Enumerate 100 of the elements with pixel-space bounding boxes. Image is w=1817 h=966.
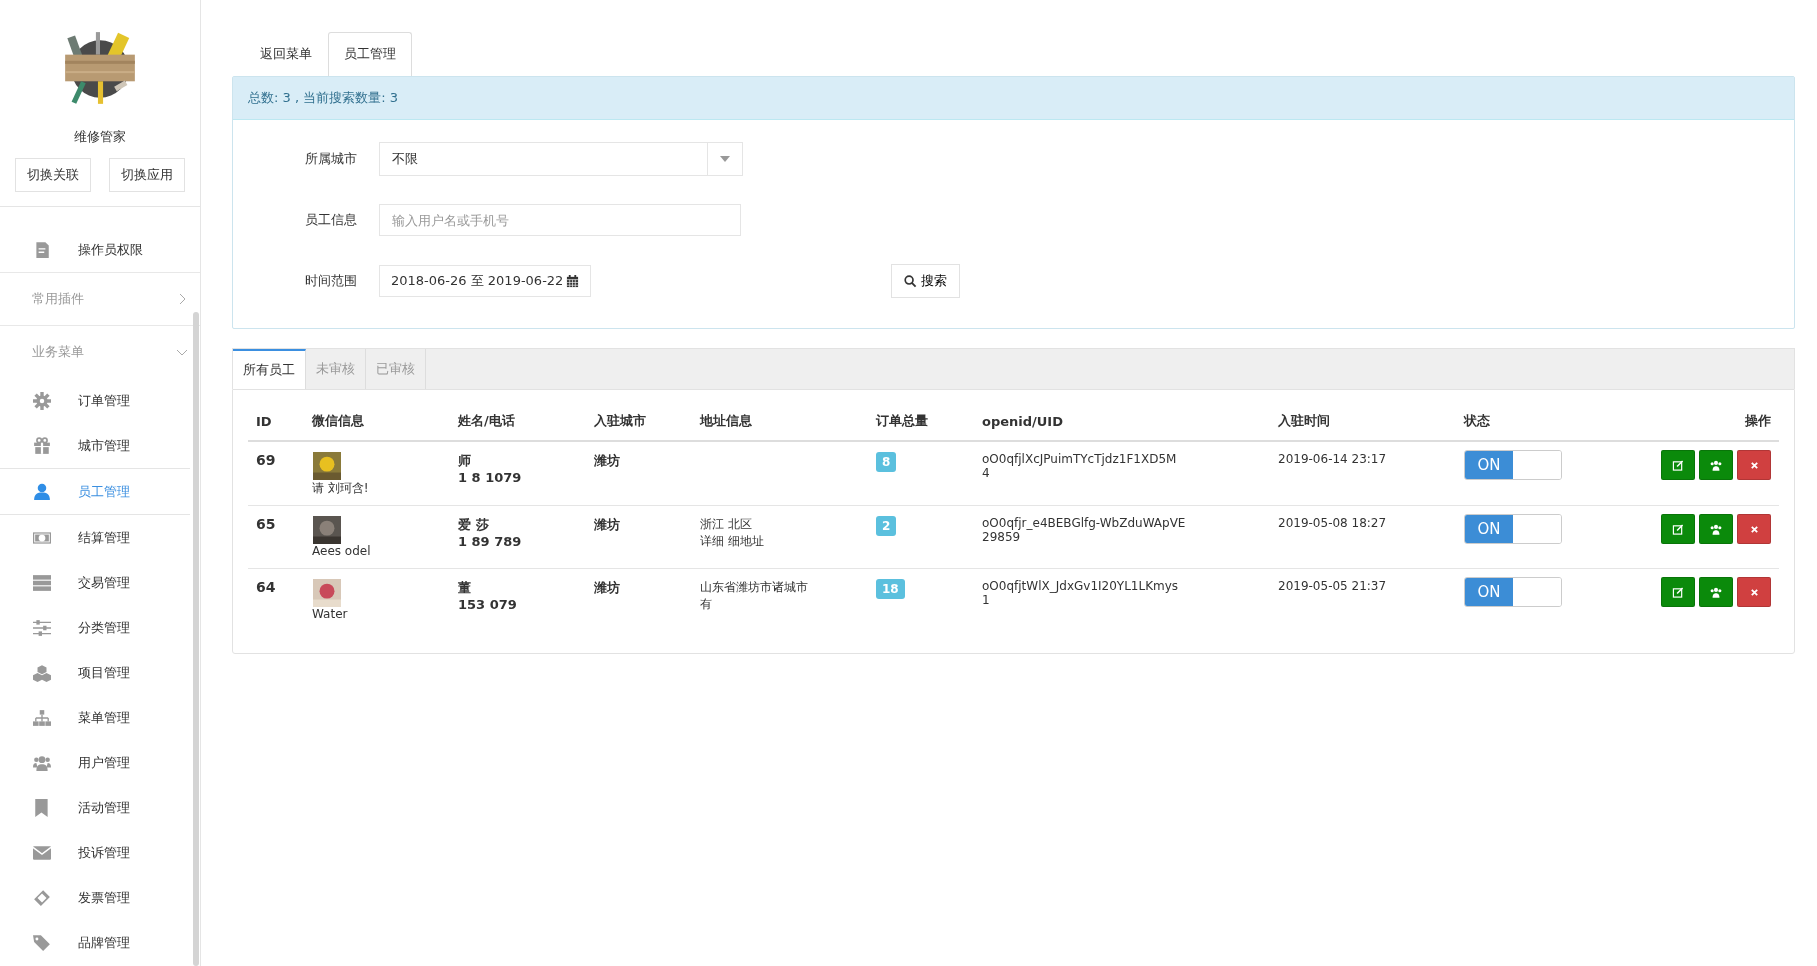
city-select[interactable]: 不限 xyxy=(379,142,743,176)
cubes-icon xyxy=(32,663,52,682)
field-label: 时间范围 xyxy=(305,272,358,290)
table-cell-text: oO0qfjr_e4BEBGlfg-WbZduWApVE xyxy=(982,516,1187,530)
table-cell-text: 详细 细地址 xyxy=(700,533,765,550)
search-field[interactable]: 输入用户名或手机号 xyxy=(379,204,741,236)
users-icon xyxy=(1710,459,1722,471)
delete-button[interactable] xyxy=(1737,577,1771,607)
users-icon xyxy=(1710,523,1722,535)
toggle-switch[interactable]: ON xyxy=(1464,514,1562,544)
toggle-switch[interactable]: ON xyxy=(1464,450,1562,480)
server-icon xyxy=(32,573,52,592)
column-header: 状态 xyxy=(1456,404,1612,441)
menu-item[interactable]: 交易管理 xyxy=(0,560,190,605)
delete-button[interactable] xyxy=(1737,514,1771,544)
edit-button[interactable] xyxy=(1661,514,1695,544)
column-header: 入驻城市 xyxy=(586,404,692,441)
edit-icon xyxy=(1672,586,1684,598)
table-cell-text: 董 xyxy=(458,579,472,597)
app-name: 维修管家 xyxy=(74,128,126,146)
table-cell-text: 浙江 北区 xyxy=(700,516,753,533)
search-icon xyxy=(904,274,918,288)
table-cell-text: Aees odel xyxy=(312,544,372,558)
search-button[interactable]: 搜索 xyxy=(891,264,961,298)
column-header: 订单总量 xyxy=(868,404,974,441)
table-cell-text: 29859 xyxy=(982,530,1022,544)
toggle-switch[interactable]: ON xyxy=(1464,577,1562,607)
menu-item[interactable]: 活动管理 xyxy=(0,785,190,830)
summary-bar: 总数: 3 , 当前搜索数量: 3 xyxy=(233,77,1794,120)
table-cell: 2019-06-14 23:17 xyxy=(1278,452,1387,466)
menu-item[interactable]: 发票管理 xyxy=(0,875,190,920)
user-icon xyxy=(32,482,52,501)
sitemap-icon xyxy=(32,708,52,727)
table-cell: 2019-05-05 21:37 xyxy=(1278,579,1387,593)
column-header: 姓名/电话 xyxy=(450,404,586,441)
column-header: openid/UID xyxy=(974,404,1270,441)
users-button[interactable] xyxy=(1699,577,1733,607)
count-badge: 8 xyxy=(876,452,897,472)
menu-item[interactable]: 用户管理 xyxy=(0,740,190,785)
menu-item[interactable]: 结算管理 xyxy=(0,515,190,560)
table-cell: 64 xyxy=(256,579,276,595)
table-cell: 潍坊 xyxy=(594,453,620,468)
users-button[interactable] xyxy=(1699,450,1733,480)
envelope-icon xyxy=(32,843,52,862)
menu-item[interactable]: 城市管理 xyxy=(0,423,190,468)
table-cell-text: 1 89 789 xyxy=(458,534,523,549)
date-range-field[interactable]: 2018-06-26 至 2019-06-22 xyxy=(379,265,592,297)
table-cell: 69 xyxy=(256,452,276,468)
close-icon xyxy=(1749,587,1759,597)
table-cell-text: 4 xyxy=(982,466,991,480)
column-header: 操作 xyxy=(1612,404,1779,441)
table-cell: 2019-05-08 18:27 xyxy=(1278,516,1387,530)
menu-item[interactable]: 投诉管理 xyxy=(0,830,190,875)
table-cell: 65 xyxy=(256,516,276,532)
count-badge: 18 xyxy=(876,579,905,599)
menu-item[interactable]: 菜单管理 xyxy=(0,695,190,740)
menu-item[interactable]: 分类管理 xyxy=(0,605,190,650)
tab[interactable]: 返回菜单 xyxy=(244,32,328,75)
menu-item[interactable]: 订单管理 xyxy=(0,378,190,423)
gift-icon xyxy=(32,436,52,455)
column-header: 微信信息 xyxy=(304,404,450,441)
column-header: 入驻时间 xyxy=(1270,404,1456,441)
delete-button[interactable] xyxy=(1737,450,1771,480)
calendar-icon xyxy=(566,274,580,288)
table-cell-text: 1 8 1079 xyxy=(458,470,523,485)
close-icon xyxy=(1749,524,1759,534)
table-cell-text: 1 xyxy=(982,593,991,607)
table-cell-text: oO0qfjtWlX_JdxGv1I20YL1LKmys xyxy=(982,579,1180,593)
menu-item[interactable]: 品牌管理 xyxy=(0,920,190,965)
table-cell-text: 请 刘珂含! xyxy=(312,480,370,497)
edit-icon xyxy=(1672,459,1684,471)
table-cell: 潍坊 xyxy=(594,580,620,595)
table-cell-text: 153 079 xyxy=(458,597,518,612)
menu-item[interactable]: 操作员权限 xyxy=(0,227,190,272)
edit-icon xyxy=(1672,523,1684,535)
menu-item[interactable]: 项目管理 xyxy=(0,650,190,695)
edit-button[interactable] xyxy=(1661,450,1695,480)
column-header: 地址信息 xyxy=(692,404,868,441)
field-label: 员工信息 xyxy=(305,211,358,229)
field-label: 所属城市 xyxy=(305,150,358,168)
edit-button[interactable] xyxy=(1661,577,1695,607)
table-cell: 潍坊 xyxy=(594,517,620,532)
sliders-icon xyxy=(32,618,52,637)
menu-item[interactable]: 员工管理 xyxy=(0,468,190,515)
tab[interactable]: 所有员工 xyxy=(233,349,306,389)
scrollbar[interactable] xyxy=(193,312,199,966)
table-cell-text: 山东省潍坊市诸城市 xyxy=(700,579,809,596)
table-cell-text: 有 xyxy=(700,596,713,613)
caret-icon xyxy=(720,156,730,162)
users-button[interactable] xyxy=(1699,514,1733,544)
close-icon xyxy=(1749,460,1759,470)
users-icon xyxy=(32,753,52,772)
column-header: ID xyxy=(248,404,304,441)
tab[interactable]: 员工管理 xyxy=(328,32,412,76)
switch-button[interactable]: 切换关联 xyxy=(15,158,91,192)
count-badge: 2 xyxy=(876,516,897,536)
table-cell-text: 爱 莎 xyxy=(458,516,490,534)
users-icon xyxy=(1710,586,1722,598)
switch-button[interactable]: 切换应用 xyxy=(109,158,185,192)
table-cell-text: oO0qfjlXcJPuimTYcTjdz1F1XD5M xyxy=(982,452,1178,466)
